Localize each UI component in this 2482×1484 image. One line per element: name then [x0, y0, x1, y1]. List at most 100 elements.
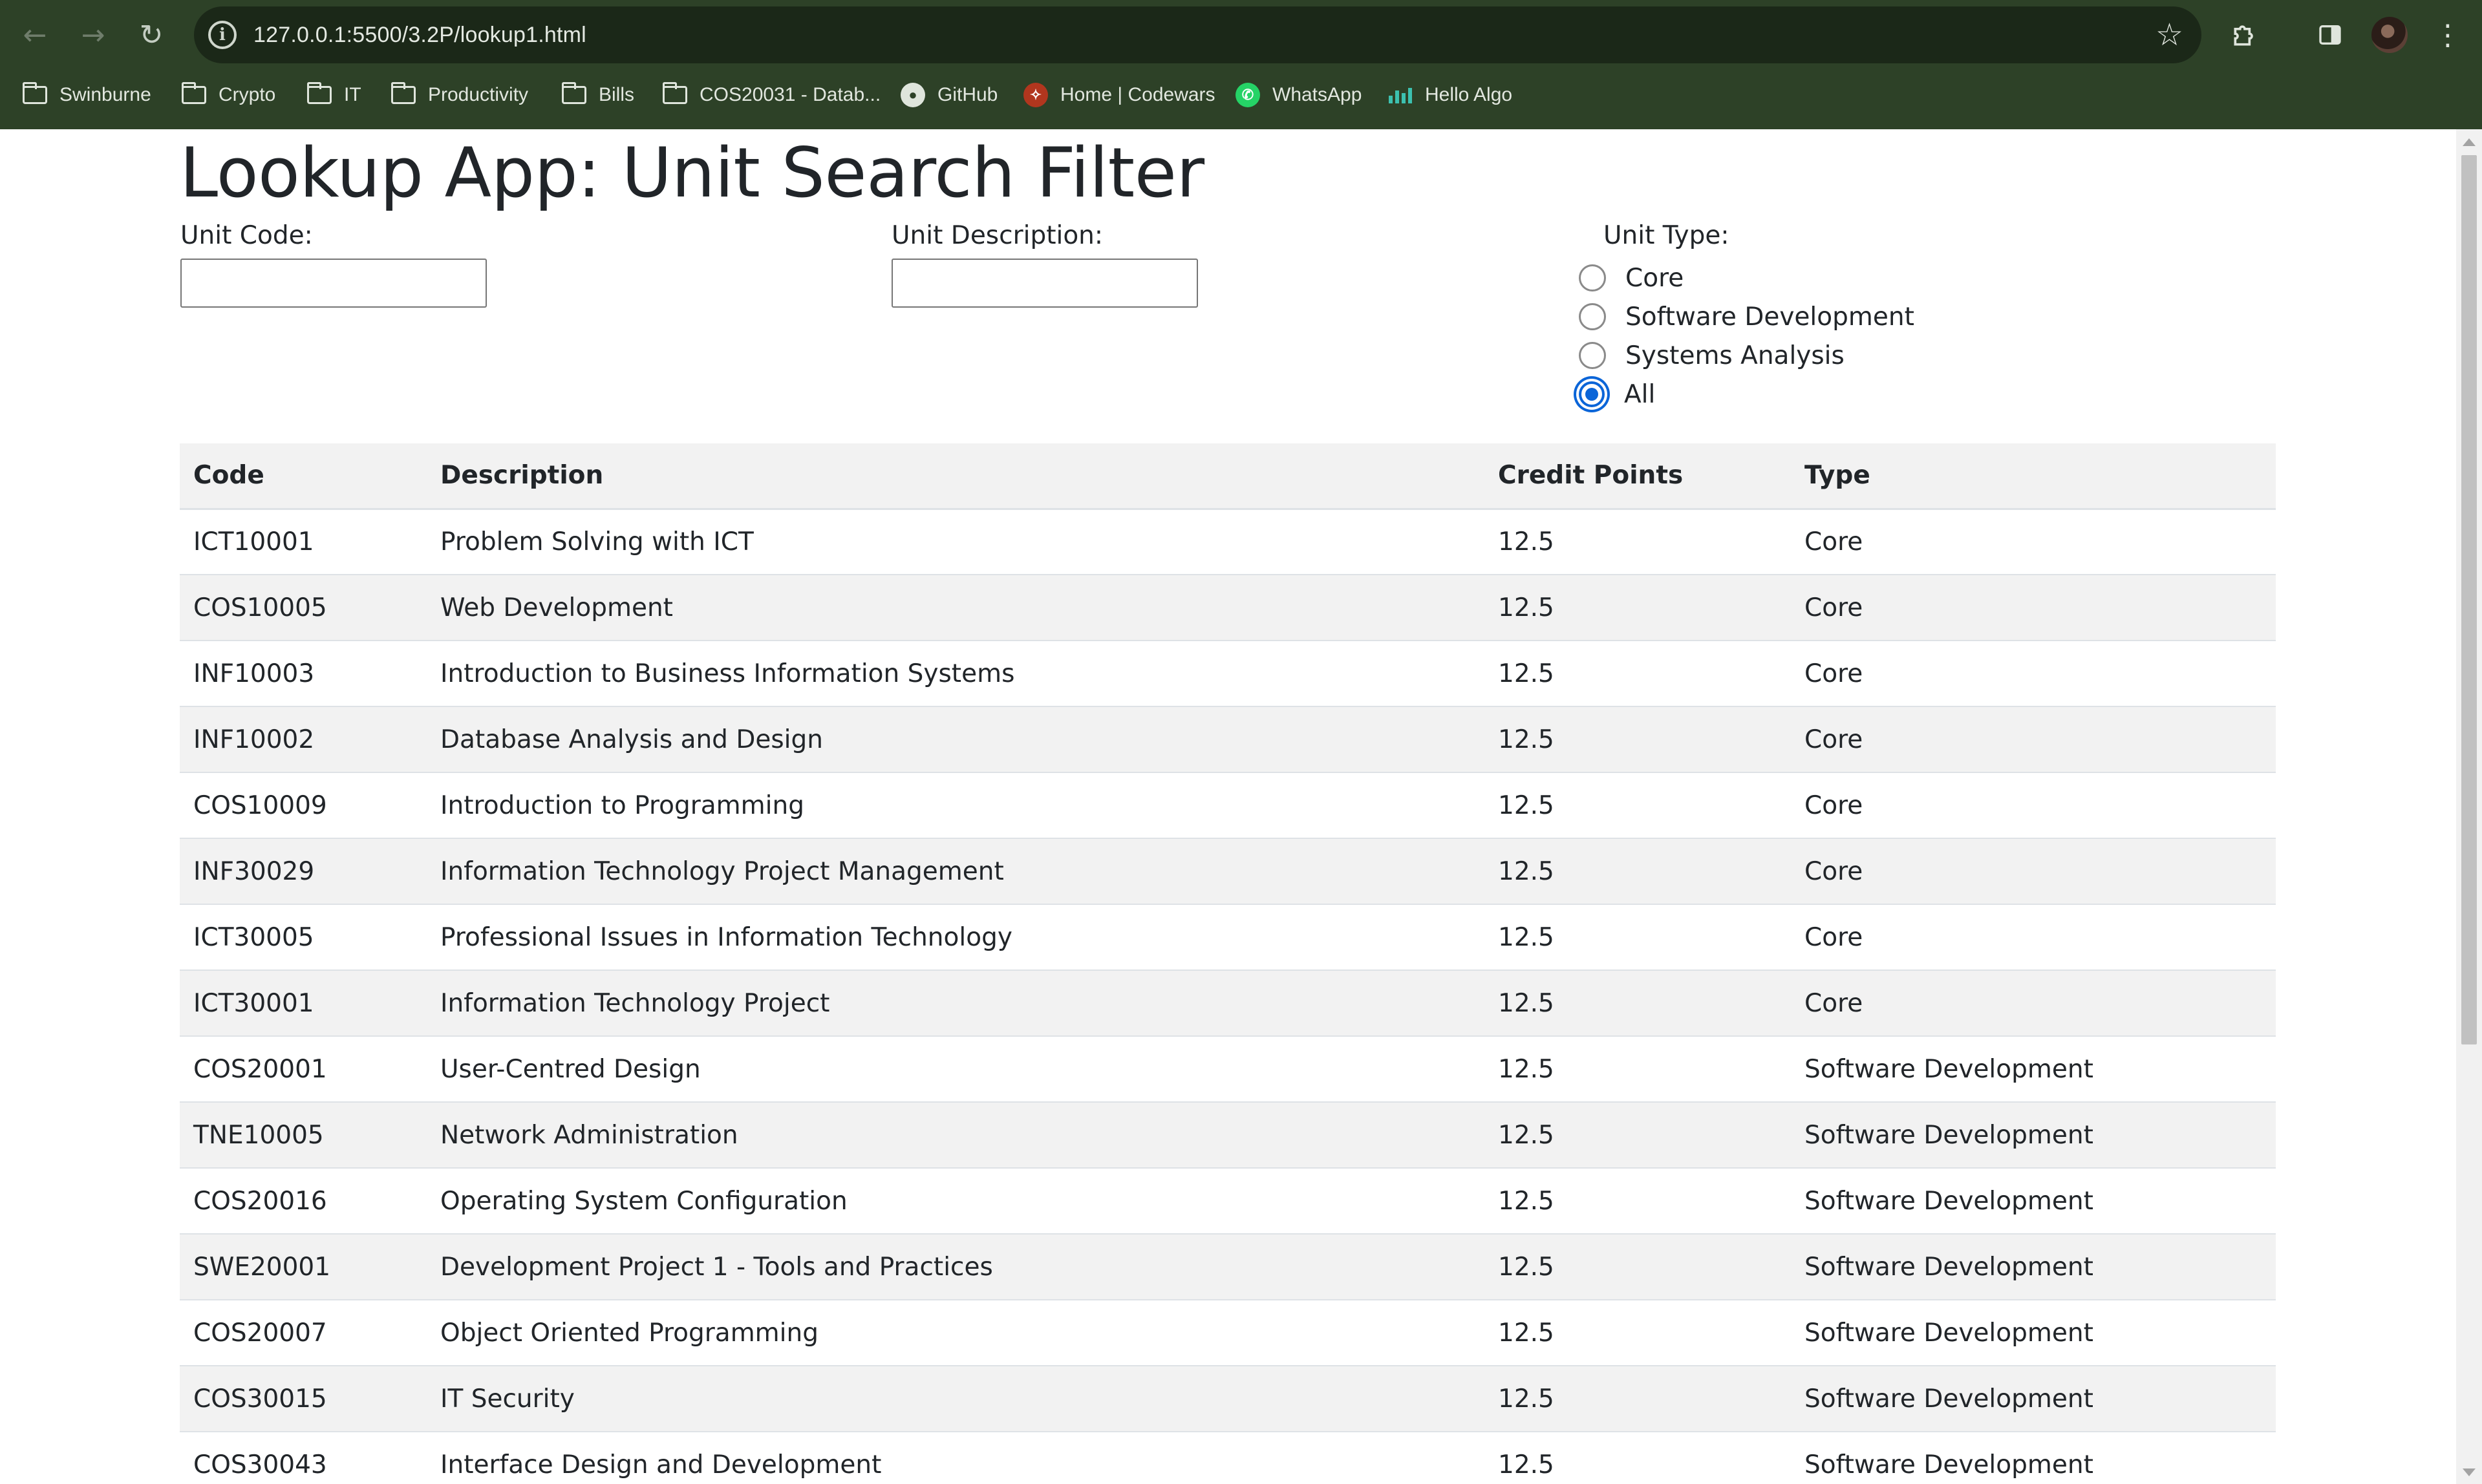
folder-icon — [181, 82, 206, 104]
cell-code: SWE20001 — [180, 1234, 427, 1300]
bookmark-github[interactable]: ● GitHub — [900, 72, 998, 118]
cell-code: COS10005 — [180, 575, 427, 641]
units-table: Code Description Credit Points Type ICT1… — [180, 443, 2276, 1484]
radio-button-all[interactable] — [1579, 381, 1605, 407]
cell-credit-points: 12.5 — [1484, 1036, 1791, 1103]
bookmark-hello-algo[interactable]: Hello Algo — [1387, 72, 1512, 118]
cell-credit-points: 12.5 — [1484, 1234, 1791, 1300]
header-description: Description — [427, 443, 1484, 510]
bookmark-codewars[interactable]: ✧ Home | Codewars — [1023, 72, 1215, 118]
bookmark-whatsapp[interactable]: ✆ WhatsApp — [1235, 72, 1362, 118]
back-button[interactable]: ← — [14, 14, 56, 56]
cell-type: Software Development — [1791, 1036, 2276, 1103]
radio-systems-analysis[interactable]: Systems Analysis — [1579, 337, 1845, 374]
bookmark-bills[interactable]: Bills — [561, 72, 634, 118]
table-row: COS10005 Web Development 12.5 Core — [180, 575, 2276, 641]
cell-type: Software Development — [1791, 1234, 2276, 1300]
unit-description-label: Unit Description: — [892, 221, 1104, 250]
cell-credit-points: 12.5 — [1484, 970, 1791, 1037]
cell-type: Software Development — [1791, 1300, 2276, 1366]
cell-description: Operating System Configuration — [427, 1168, 1484, 1235]
cell-description: Information Technology Project Managemen… — [427, 838, 1484, 905]
radio-core[interactable]: Core — [1579, 260, 1684, 296]
scrollbar-thumb[interactable] — [2461, 155, 2477, 1044]
cell-credit-points: 12.5 — [1484, 706, 1791, 773]
cell-code: COS30015 — [180, 1366, 427, 1432]
cell-credit-points: 12.5 — [1484, 1102, 1791, 1169]
unit-type-label: Unit Type: — [1603, 221, 1729, 250]
cell-credit-points: 12.5 — [1484, 904, 1791, 971]
github-icon: ● — [901, 83, 925, 107]
cell-credit-points: 12.5 — [1484, 641, 1791, 707]
site-info-icon[interactable]: i — [208, 21, 237, 49]
side-panel-button[interactable] — [2309, 14, 2351, 56]
table-row: COS10009 Introduction to Programming 12.5 C… — [180, 772, 2276, 839]
bookmark-swinburne[interactable]: Swinburne — [22, 72, 151, 118]
codewars-icon: ✧ — [1023, 83, 1048, 107]
table-row: SWE20001 Development Project 1 - Tools an… — [180, 1234, 2276, 1300]
table-row: TNE10005 Network Administration 12.5 Softwa… — [180, 1102, 2276, 1169]
cell-type: Software Development — [1791, 1168, 2276, 1235]
scroll-up-arrow-icon[interactable] — [2463, 138, 2476, 146]
cell-code: INF10003 — [180, 641, 427, 707]
browser-menu-button[interactable]: ⋮ — [2427, 14, 2468, 56]
reload-button[interactable]: ↻ — [131, 14, 172, 56]
bookmark-star-icon[interactable]: ☆ — [2156, 14, 2183, 56]
cell-code: ICT30001 — [180, 970, 427, 1037]
radio-all[interactable]: All — [1579, 376, 1655, 412]
radio-label-all: All — [1624, 379, 1656, 409]
cell-type: Software Development — [1791, 1366, 2276, 1432]
bookmark-cos20031[interactable]: COS20031 - Datab... — [662, 72, 881, 118]
cell-description: Database Analysis and Design — [427, 706, 1484, 773]
cell-credit-points: 12.5 — [1484, 838, 1791, 905]
unit-code-label: Unit Code: — [180, 221, 313, 250]
bookmark-it[interactable]: IT — [306, 72, 361, 118]
table-row: INF30029 Information Technology Project M… — [180, 838, 2276, 905]
table-row: COS20007 Object Oriented Programming 12.5 S… — [180, 1300, 2276, 1366]
whatsapp-icon: ✆ — [1236, 83, 1260, 107]
folder-icon — [390, 82, 416, 104]
table-header-row: Code Description Credit Points Type — [180, 443, 2276, 510]
profile-avatar[interactable] — [2371, 17, 2408, 53]
folder-icon — [561, 82, 586, 104]
unit-description-input[interactable] — [892, 259, 1198, 308]
cell-description: Problem Solving with ICT — [427, 509, 1484, 575]
table-row: COS20001 User-Centred Design 12.5 Software … — [180, 1036, 2276, 1103]
cell-description: Professional Issues in Information Techn… — [427, 904, 1484, 971]
radio-software-development[interactable]: Software Development — [1579, 299, 1914, 335]
forward-button[interactable]: → — [72, 14, 114, 56]
table-row: INF10002 Database Analysis and Design 12.5… — [180, 706, 2276, 773]
cell-description: Web Development — [427, 575, 1484, 641]
table-row: COS20016 Operating System Configuration 12… — [180, 1168, 2276, 1235]
cell-type: Core — [1791, 509, 2276, 575]
bookmark-productivity[interactable]: Productivity — [390, 72, 528, 118]
cell-code: ICT10001 — [180, 509, 427, 575]
more-vertical-icon: ⋮ — [2434, 18, 2462, 52]
cell-description: Introduction to Business Information Sys… — [427, 641, 1484, 707]
cell-description: Network Administration — [427, 1102, 1484, 1169]
radio-button-core[interactable] — [1579, 264, 1606, 292]
radio-button-systems-analysis[interactable] — [1579, 342, 1606, 369]
folder-icon — [22, 82, 47, 104]
cell-credit-points: 12.5 — [1484, 772, 1791, 839]
vertical-scrollbar[interactable] — [2456, 129, 2482, 1484]
radio-label-systems-analysis: Systems Analysis — [1625, 341, 1845, 370]
header-code: Code — [180, 443, 427, 510]
scroll-down-arrow-icon[interactable] — [2463, 1468, 2476, 1476]
folder-icon — [662, 82, 687, 104]
table-row: ICT30001 Information Technology Project 12… — [180, 970, 2276, 1037]
cell-credit-points: 12.5 — [1484, 1300, 1791, 1366]
extensions-button[interactable] — [2224, 14, 2265, 56]
cell-code: ICT30005 — [180, 904, 427, 971]
cell-code: COS20016 — [180, 1168, 427, 1235]
cell-type: Software Development — [1791, 1432, 2276, 1484]
bookmark-crypto[interactable]: Crypto — [181, 72, 275, 118]
radio-label-core: Core — [1625, 263, 1684, 293]
address-bar[interactable]: i 127.0.0.1:5500/3.2P/lookup1.html ☆ — [194, 6, 2201, 63]
radio-button-software-development[interactable] — [1579, 303, 1606, 330]
cell-code: COS10009 — [180, 772, 427, 839]
url-text[interactable]: 127.0.0.1:5500/3.2P/lookup1.html — [253, 6, 586, 63]
cell-description: IT Security — [427, 1366, 1484, 1432]
unit-code-input[interactable] — [180, 259, 487, 308]
table-row: COS30043 Interface Design and Development… — [180, 1432, 2276, 1484]
